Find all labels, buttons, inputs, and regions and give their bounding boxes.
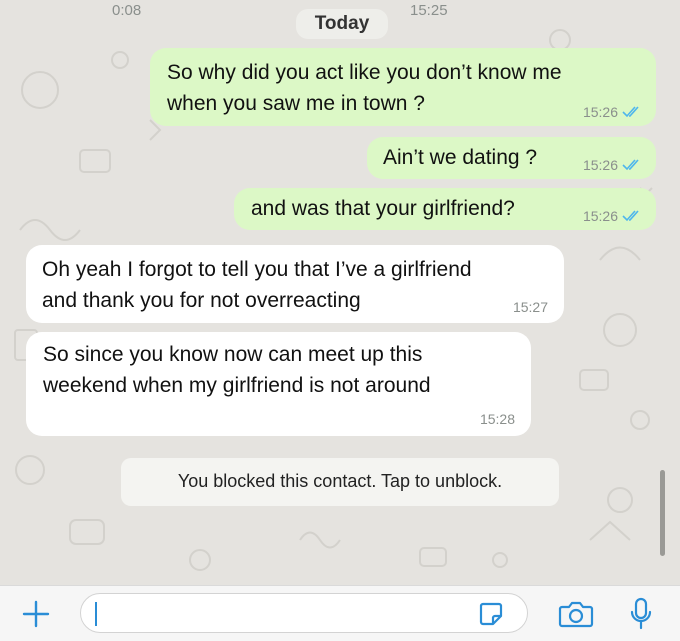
double-check-read-icon [622, 210, 642, 222]
message-text: So since you know now can meet up this w… [43, 343, 431, 397]
microphone-icon[interactable] [624, 596, 658, 632]
blocked-contact-notice[interactable]: You blocked this contact. Tap to unblock… [121, 458, 559, 506]
message-time: 15:26 [582, 157, 618, 173]
message-input-bar [0, 585, 680, 641]
message-time: 15:27 [512, 299, 548, 315]
previous-message-time: 0:08 [112, 2, 142, 19]
double-check-read-icon [622, 159, 642, 171]
camera-icon[interactable] [556, 598, 596, 630]
scrollbar[interactable] [660, 470, 665, 556]
plus-icon[interactable] [18, 598, 54, 630]
text-caret [95, 602, 97, 626]
message-text: So why did you act like you don’t know m… [167, 61, 562, 115]
double-check-read-icon [622, 106, 642, 118]
message-text: Oh yeah I forgot to tell you that I’ve a… [42, 258, 472, 312]
message-meta: 15:26 [583, 104, 642, 120]
message-meta: 15:27 [513, 299, 548, 315]
message-bubble-incoming[interactable]: So since you know now can meet up this w… [26, 332, 531, 436]
message-meta: 15:28 [480, 411, 515, 427]
message-bubble-outgoing[interactable]: Ain’t we dating ? 15:26 [367, 137, 656, 179]
message-bubble-outgoing[interactable]: So why did you act like you don’t know m… [150, 48, 656, 126]
message-text-input[interactable] [80, 593, 528, 633]
message-text: Ain’t we dating ? [383, 146, 538, 169]
chat-area[interactable]: 0:08 15:25 Today So why did you act like… [0, 0, 680, 585]
message-meta: 15:26 [583, 157, 642, 173]
message-text: and was that your girlfriend? [251, 197, 515, 220]
sticker-icon[interactable] [474, 599, 508, 629]
previous-message-time: 15:25 [410, 2, 448, 19]
message-bubble-outgoing[interactable]: and was that your girlfriend? 15:26 [234, 188, 656, 230]
message-time: 15:26 [582, 208, 618, 224]
message-bubble-incoming[interactable]: Oh yeah I forgot to tell you that I’ve a… [26, 245, 564, 323]
day-separator: Today [296, 9, 388, 39]
message-time: 15:28 [479, 411, 515, 427]
message-meta: 15:26 [583, 208, 642, 224]
message-time: 15:26 [582, 104, 618, 120]
